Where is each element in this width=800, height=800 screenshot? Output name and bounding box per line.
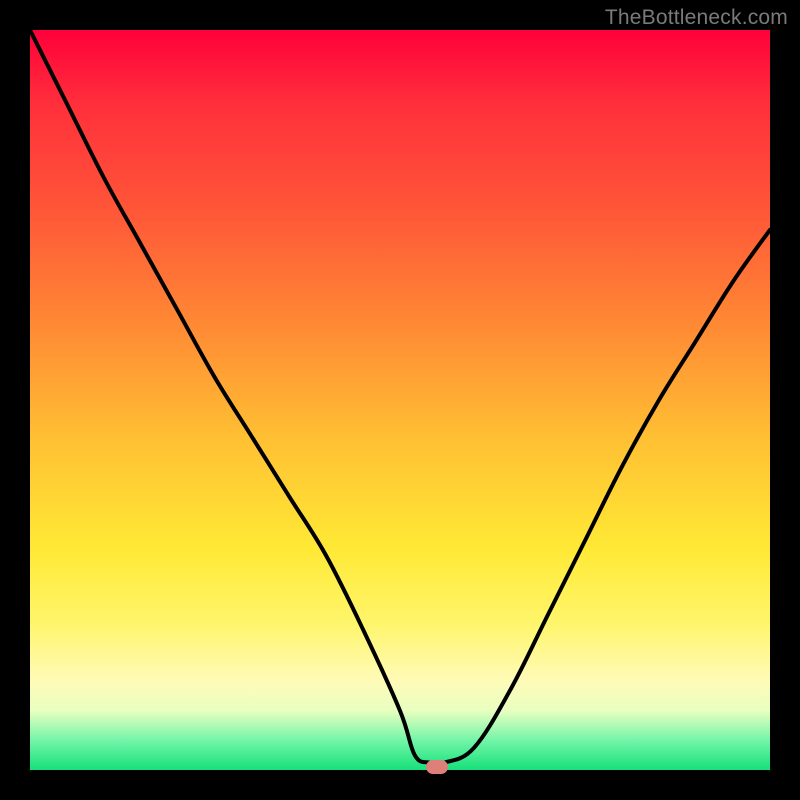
chart-frame: TheBottleneck.com	[0, 0, 800, 800]
bottleneck-curve-path	[30, 30, 770, 764]
bottleneck-curve	[30, 30, 770, 770]
optimal-point-marker	[426, 760, 448, 774]
chart-plot-area	[30, 30, 770, 770]
watermark-text: TheBottleneck.com	[605, 6, 788, 30]
